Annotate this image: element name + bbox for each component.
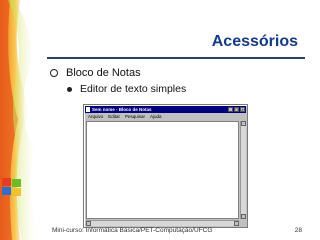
sub-bullet-text: Editor de texto simples <box>80 83 187 95</box>
window-title: Sem nome - Bloco de Notas <box>92 107 152 112</box>
menu-ajuda[interactable]: Ajuda <box>150 114 162 120</box>
scroll-up-icon[interactable] <box>241 121 246 126</box>
sub-bullet-item: Editor de texto simples <box>67 82 186 96</box>
horizontal-scrollbar[interactable] <box>86 220 239 226</box>
slide-title: Acessórios <box>211 33 298 50</box>
menu-editar[interactable]: Editar <box>108 114 120 120</box>
scroll-left-icon[interactable] <box>86 221 91 226</box>
window-titlebar: Sem nome - Bloco de Notas _ □ × <box>85 106 246 113</box>
text-editor-area[interactable] <box>86 121 239 219</box>
ring-bullet-icon <box>50 69 58 77</box>
scroll-right-icon[interactable] <box>234 221 239 226</box>
close-icon[interactable]: × <box>240 107 245 112</box>
notepad-window: Sem nome - Bloco de Notas _ □ × Arquivo … <box>83 104 248 228</box>
menu-bar: Arquivo Editar Pesquisar Ajuda <box>86 114 162 120</box>
windows-decoration <box>0 0 40 240</box>
menu-arquivo[interactable]: Arquivo <box>88 114 103 120</box>
scroll-down-icon[interactable] <box>241 214 246 219</box>
dot-bullet-icon <box>67 86 72 92</box>
notepad-icon <box>86 107 90 112</box>
vertical-scrollbar[interactable] <box>240 121 246 219</box>
menu-pesquisar[interactable]: Pesquisar <box>125 114 145 120</box>
maximize-icon[interactable]: □ <box>234 107 239 112</box>
bullet-item: Bloco de Notas <box>50 66 141 80</box>
bullet-text: Bloco de Notas <box>66 67 141 79</box>
footer-course: Mini-curso: Informática Básica/PET-Compu… <box>52 227 213 234</box>
page-number: 28 <box>294 227 302 234</box>
title-divider <box>47 57 305 59</box>
minimize-icon[interactable]: _ <box>228 107 233 112</box>
